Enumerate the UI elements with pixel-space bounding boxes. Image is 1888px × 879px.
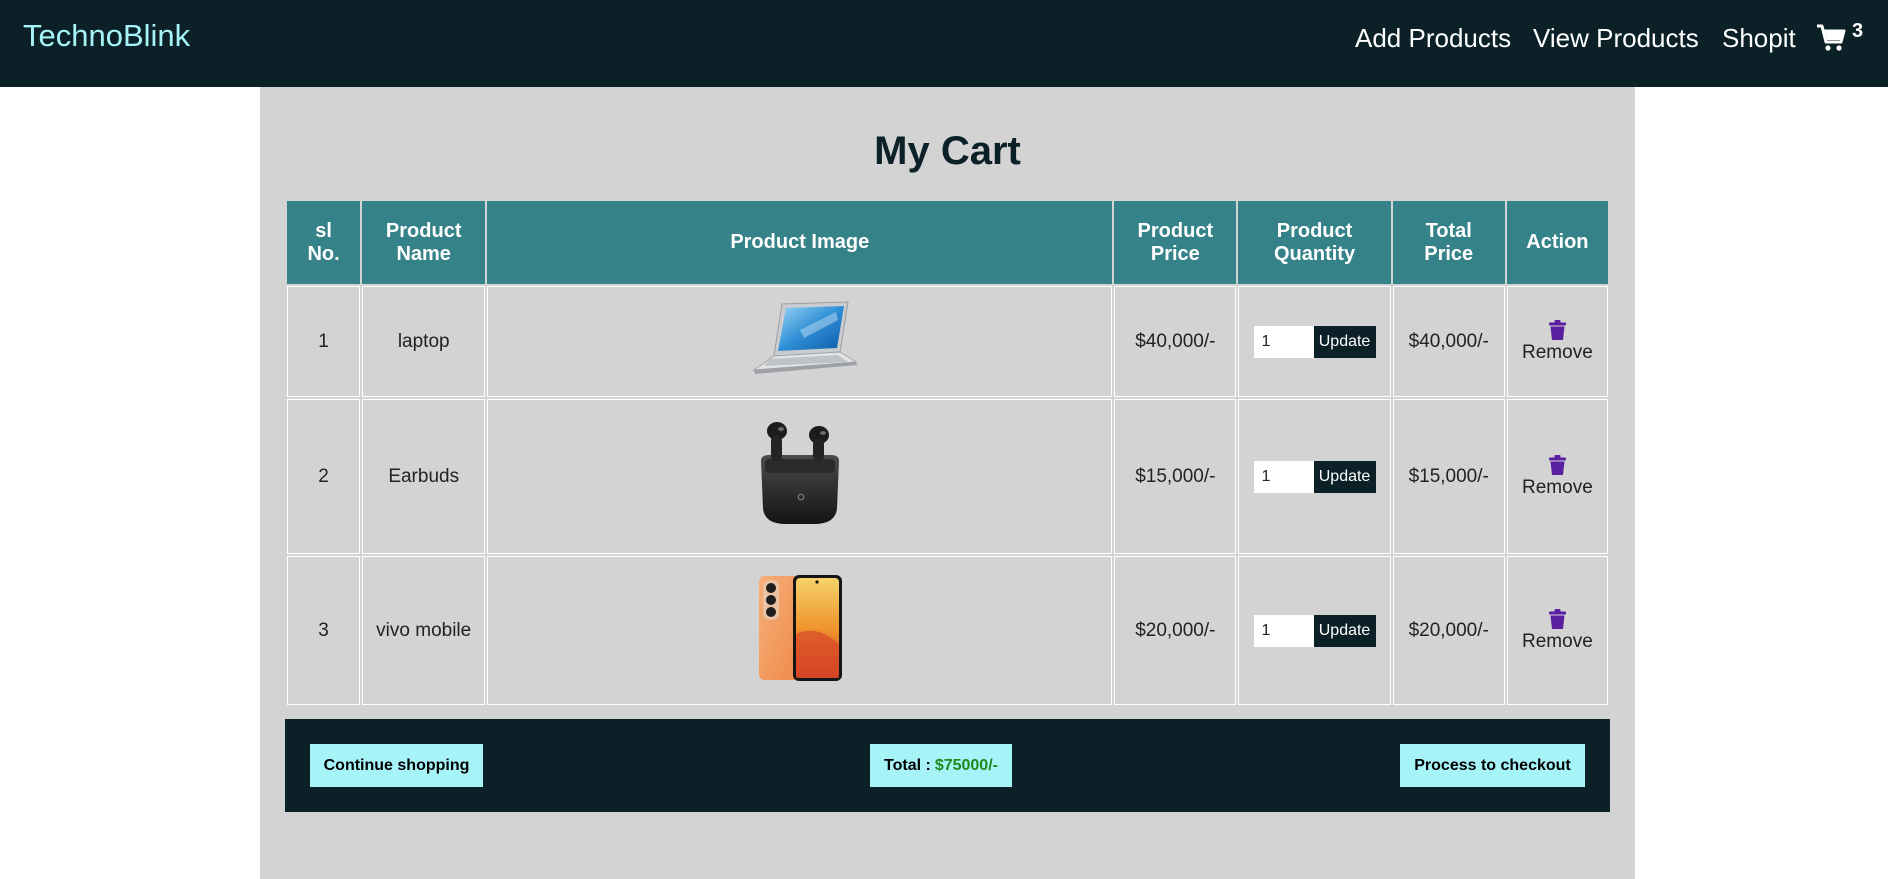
row-product-price: $15,000/-	[1114, 399, 1237, 554]
trash-icon[interactable]	[1548, 608, 1566, 629]
row-product-name: Earbuds	[362, 399, 486, 554]
nav-view-products[interactable]: View Products	[1533, 23, 1699, 54]
trash-icon[interactable]	[1548, 319, 1566, 340]
row-quantity-cell: Update	[1238, 556, 1391, 705]
checkout-button[interactable]: Process to checkout	[1400, 744, 1585, 787]
row-total-price: $15,000/-	[1392, 399, 1505, 554]
nav-add-products[interactable]: Add Products	[1355, 23, 1511, 54]
header-action: Action	[1506, 201, 1608, 284]
cart-panel: My Cart sl No. Product Name Product Image …	[260, 87, 1635, 879]
table-row: 3 vivo mobile $20,000/- 1 Update $20,000…	[287, 556, 1608, 705]
earbuds-image	[760, 421, 839, 524]
row-total-price: $40,000/-	[1392, 286, 1505, 397]
remove-label: Remove	[1522, 341, 1593, 363]
quantity-input[interactable]	[1253, 460, 1314, 493]
cart-table: sl No. Product Name Product Image Product P…	[285, 199, 1610, 707]
row-product-image-cell	[487, 556, 1113, 705]
cart-total: Total : $75000/-	[870, 744, 1012, 787]
header-product-quantity: Product Quantity	[1238, 201, 1391, 284]
remove-button[interactable]: Remove	[1506, 286, 1608, 397]
row-total-price: $20,000/-	[1392, 556, 1505, 705]
total-amount: $75000/-	[934, 756, 998, 774]
cart-icon[interactable]	[1816, 24, 1846, 52]
update-button[interactable]: Update	[1313, 460, 1376, 493]
laptop-image	[751, 300, 858, 374]
total-label: Total :	[884, 756, 931, 774]
row-quantity-cell: Update	[1238, 399, 1391, 554]
header-total-price: Total Price	[1392, 201, 1505, 284]
header-product-name: Product Name	[362, 201, 486, 284]
table-row: 1 laptop $40,000/- 1 Update $40,000/- Re…	[287, 286, 1608, 397]
update-button[interactable]: Update	[1313, 325, 1376, 358]
page-title: My Cart	[874, 129, 1021, 173]
remove-label: Remove	[1522, 630, 1593, 652]
brand-logo[interactable]: TechnoBlink	[23, 18, 190, 54]
row-sl: 1	[287, 286, 361, 397]
table-header-row: sl No. Product Name Product Image Product P…	[287, 201, 1608, 284]
nav-shopit[interactable]: Shopit	[1722, 23, 1796, 54]
cart-footer: Continue shopping Total : $75000/- Proce…	[285, 719, 1610, 812]
remove-label: Remove	[1522, 476, 1593, 498]
row-product-name: laptop	[362, 286, 486, 397]
header-product-price: Product Price	[1114, 201, 1237, 284]
header-sl-no: sl No.	[287, 201, 361, 284]
remove-button[interactable]: Remove	[1506, 399, 1608, 554]
remove-button[interactable]: Remove	[1506, 556, 1608, 705]
row-sl: 3	[287, 556, 361, 705]
header-product-image: Product Image	[487, 201, 1113, 284]
row-product-price: $40,000/-	[1114, 286, 1237, 397]
row-product-image-cell	[487, 399, 1113, 554]
row-product-price: $20,000/-	[1114, 556, 1237, 705]
row-quantity-cell: Update	[1238, 286, 1391, 397]
quantity-input[interactable]	[1253, 325, 1314, 358]
trash-icon[interactable]	[1548, 454, 1566, 475]
row-sl: 2	[287, 399, 361, 554]
mobile-image	[758, 574, 842, 681]
table-row: 2 Earbuds $15,000/- 1 Update $15,000/- R…	[287, 399, 1608, 554]
continue-shopping-button[interactable]: Continue shopping	[310, 744, 483, 787]
quantity-input[interactable]	[1253, 614, 1314, 647]
update-button[interactable]: Update	[1313, 614, 1376, 647]
cart-count-badge: 3	[1852, 20, 1864, 42]
row-product-name: vivo mobile	[362, 556, 486, 705]
navbar: TechnoBlink Add Products View Products S…	[0, 0, 1888, 87]
row-product-image-cell	[487, 286, 1113, 397]
